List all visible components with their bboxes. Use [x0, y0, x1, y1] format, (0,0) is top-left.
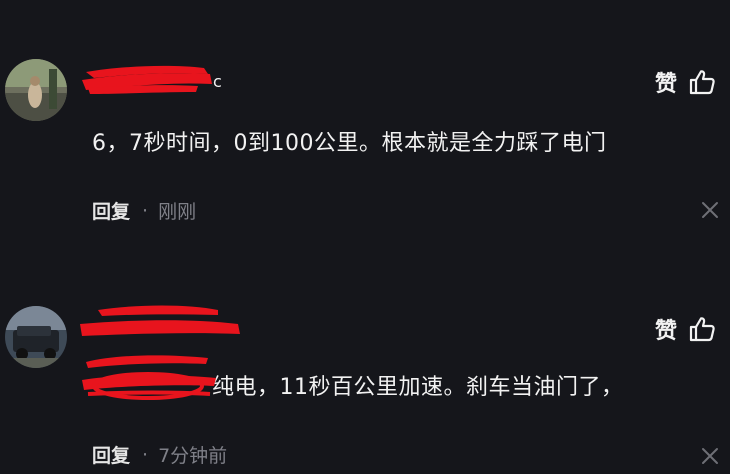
close-icon[interactable]	[700, 200, 720, 220]
like-button[interactable]: 赞	[655, 313, 716, 345]
redaction-mark: c	[82, 65, 222, 94]
thumbs-up-icon	[688, 68, 716, 96]
thumbs-up-icon	[688, 315, 716, 343]
like-label: 赞	[654, 72, 678, 97]
username-redacted: c	[82, 65, 226, 94]
avatar-photo	[5, 59, 67, 121]
like-label: 赞	[654, 319, 678, 344]
meta-separator: ·	[142, 199, 149, 222]
avatar[interactable]	[5, 306, 67, 368]
like-button[interactable]: 赞	[655, 66, 716, 98]
svg-text:c: c	[213, 72, 222, 91]
comment-meta: 回复 · 7分钟前	[92, 441, 227, 468]
meta-separator: ·	[142, 443, 149, 466]
timestamp: 刚刚	[158, 201, 197, 223]
comment-text-visible: 纯电，11秒百公里加速。刹车当油门了，	[212, 375, 624, 400]
avatar-photo	[5, 306, 67, 368]
close-icon[interactable]	[700, 446, 720, 466]
comment-text: 纯电，11秒百公里加速。刹车当油门了，	[80, 373, 726, 403]
comment-text: 6，7秒时间，0到100公里。根本就是全力踩了电门	[92, 131, 607, 156]
comment-meta: 回复 · 刚刚	[92, 197, 196, 224]
reply-button[interactable]: 回复	[92, 197, 130, 224]
avatar[interactable]	[5, 59, 67, 121]
username-redacted	[80, 305, 256, 336]
reply-button[interactable]: 回复	[92, 441, 130, 468]
timestamp: 7分钟前	[158, 445, 228, 467]
redaction-mark	[80, 305, 240, 336]
